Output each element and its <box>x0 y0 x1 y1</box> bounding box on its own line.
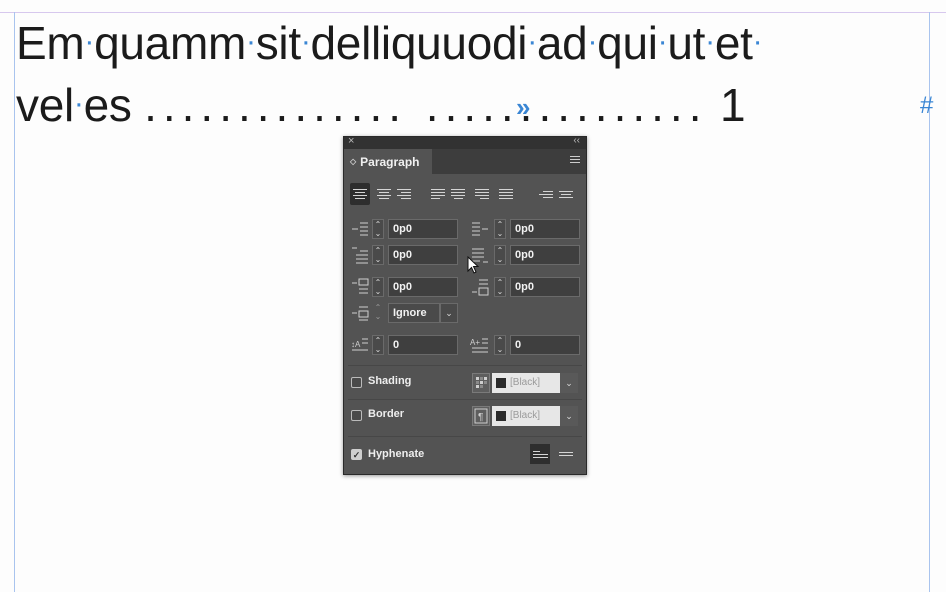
justify-left-button[interactable] <box>428 183 448 205</box>
hyphenate-checkbox[interactable]: ✓ <box>351 449 362 460</box>
close-icon[interactable]: × <box>348 135 354 147</box>
tab-label: Paragraph <box>360 154 420 169</box>
space-marker: · <box>657 25 668 58</box>
drop-cap-chars-icon: A+ <box>470 335 490 355</box>
align-center-button[interactable] <box>374 183 394 205</box>
tab-paragraph[interactable]: ◇ Paragraph <box>344 149 432 174</box>
space-marker: · <box>246 25 256 58</box>
first-line-indent-stepper[interactable]: ⌃ ⌄ <box>372 245 384 265</box>
color-chip <box>496 378 506 388</box>
word: ut <box>667 17 706 69</box>
cursor-icon <box>467 256 480 274</box>
align-away-spine-button[interactable] <box>556 183 576 205</box>
chevron-down-icon[interactable]: ⌄ <box>440 303 458 323</box>
last-line-indent-stepper[interactable]: ⌃ ⌄ <box>494 245 506 265</box>
first-line-indent-field[interactable]: 0p0 <box>388 245 458 265</box>
first-line-indent-icon <box>350 245 370 265</box>
align-right-button[interactable] <box>394 183 414 205</box>
border-color-field[interactable]: [Black] <box>492 406 560 426</box>
end-of-story-icon: # <box>920 92 934 119</box>
margin-guide-top <box>0 12 946 13</box>
hyphenate-label: Hyphenate <box>368 448 425 460</box>
justify-right-button[interactable] <box>472 183 492 205</box>
word: et <box>714 17 753 69</box>
shading-swatch-icon[interactable] <box>472 373 490 393</box>
space-before-field[interactable]: 0p0 <box>388 277 458 297</box>
space-after-field[interactable]: 0p0 <box>510 277 580 297</box>
svg-text:¶: ¶ <box>478 412 483 423</box>
drop-cap-lines-field[interactable]: 0 <box>388 335 458 355</box>
divider <box>348 436 582 437</box>
word: Em <box>16 17 85 69</box>
shading-checkbox[interactable] <box>351 377 362 388</box>
align-to-grid-select[interactable]: Ignore <box>388 303 440 323</box>
align-to-grid-icon <box>350 303 370 323</box>
drop-cap-lines-icon: ↕A <box>350 335 370 355</box>
alignment-buttons <box>350 183 580 205</box>
left-indent-field[interactable]: 0p0 <box>388 219 458 239</box>
border-color-value: [Black] <box>510 410 541 421</box>
svg-text:A+: A+ <box>470 338 480 347</box>
space-marker: · <box>300 25 311 58</box>
word: vel <box>16 79 74 131</box>
left-indent-icon <box>350 219 370 239</box>
border-checkbox[interactable] <box>351 410 362 421</box>
align-left-button[interactable] <box>350 183 370 205</box>
justify-all-button[interactable] <box>496 183 516 205</box>
word: qui <box>597 17 658 69</box>
border-label: Border <box>368 408 405 420</box>
space-marker: · <box>752 25 763 58</box>
align-spine-button[interactable] <box>556 444 576 464</box>
border-swatch-icon[interactable]: ¶ <box>472 406 490 426</box>
space-marker: · <box>705 25 715 58</box>
right-indent-stepper[interactable]: ⌃ ⌄ <box>494 219 506 239</box>
word: delliquuodi <box>310 17 528 69</box>
space-marker: · <box>73 87 84 120</box>
space-marker: · <box>527 25 537 58</box>
word: sit <box>255 17 301 69</box>
tab-leader: .............. ............... <box>144 79 708 131</box>
drop-cap-lines-stepper[interactable]: ⌃ ⌄ <box>372 335 384 355</box>
svg-text:↕A: ↕A <box>351 340 361 349</box>
last-line-indent-field[interactable]: 0p0 <box>510 245 580 265</box>
panel-menu-icon[interactable] <box>570 156 580 166</box>
chevron-updown-icon: ◇ <box>350 157 357 166</box>
panel-tabbar: ◇ Paragraph <box>344 149 586 174</box>
collapse-icon[interactable]: ‹‹ <box>573 135 580 146</box>
divider <box>348 365 582 366</box>
drop-cap-chars-stepper[interactable]: ⌃ ⌄ <box>494 335 506 355</box>
space-marker: · <box>84 25 95 58</box>
page-number: 1 <box>719 79 746 131</box>
align-to-grid-spinner: ⌃ ⌄ <box>374 303 382 321</box>
word: quamm <box>94 17 246 69</box>
shading-color-field[interactable]: [Black] <box>492 373 560 393</box>
panel-titlebar[interactable]: × ‹‹ <box>344 135 586 149</box>
right-indent-icon <box>470 219 490 239</box>
space-marker: · <box>587 25 598 58</box>
shading-color-value: [Black] <box>510 377 541 388</box>
chevron-down-icon[interactable]: ⌄ <box>560 406 578 426</box>
space-before-icon <box>350 277 370 297</box>
shading-label: Shading <box>368 375 412 387</box>
space-before-stepper[interactable]: ⌃ ⌄ <box>372 277 384 297</box>
word: es <box>83 79 132 131</box>
word: ad <box>536 17 588 69</box>
paragraph-panel: × ‹‹ ◇ Paragraph ⌃ ⌄ 0p0 ⌃ ⌄ 0p0 ⌃ ⌄ 0p0 ⌃ ⌄ <box>343 135 587 475</box>
chevron-down-icon[interactable]: ⌄ <box>560 373 578 393</box>
tab-marker-icon: » <box>516 92 531 122</box>
color-chip <box>496 411 506 421</box>
space-after-icon <box>470 277 490 297</box>
left-indent-stepper[interactable]: ⌃ ⌄ <box>372 219 384 239</box>
margin-guide-left <box>14 12 15 592</box>
text-line-2[interactable]: vel·es .............. ............... 1 <box>16 78 746 132</box>
space-after-stepper[interactable]: ⌃ ⌄ <box>494 277 506 297</box>
justify-center-button[interactable] <box>448 183 468 205</box>
right-indent-field[interactable]: 0p0 <box>510 219 580 239</box>
text-line-1[interactable]: Em·quamm·sit·delliquuodi·ad·qui·ut·et· <box>16 16 763 70</box>
do-not-align-spine-button[interactable] <box>530 444 550 464</box>
align-toward-spine-button[interactable] <box>536 183 556 205</box>
divider <box>348 399 582 400</box>
drop-cap-chars-field[interactable]: 0 <box>510 335 580 355</box>
